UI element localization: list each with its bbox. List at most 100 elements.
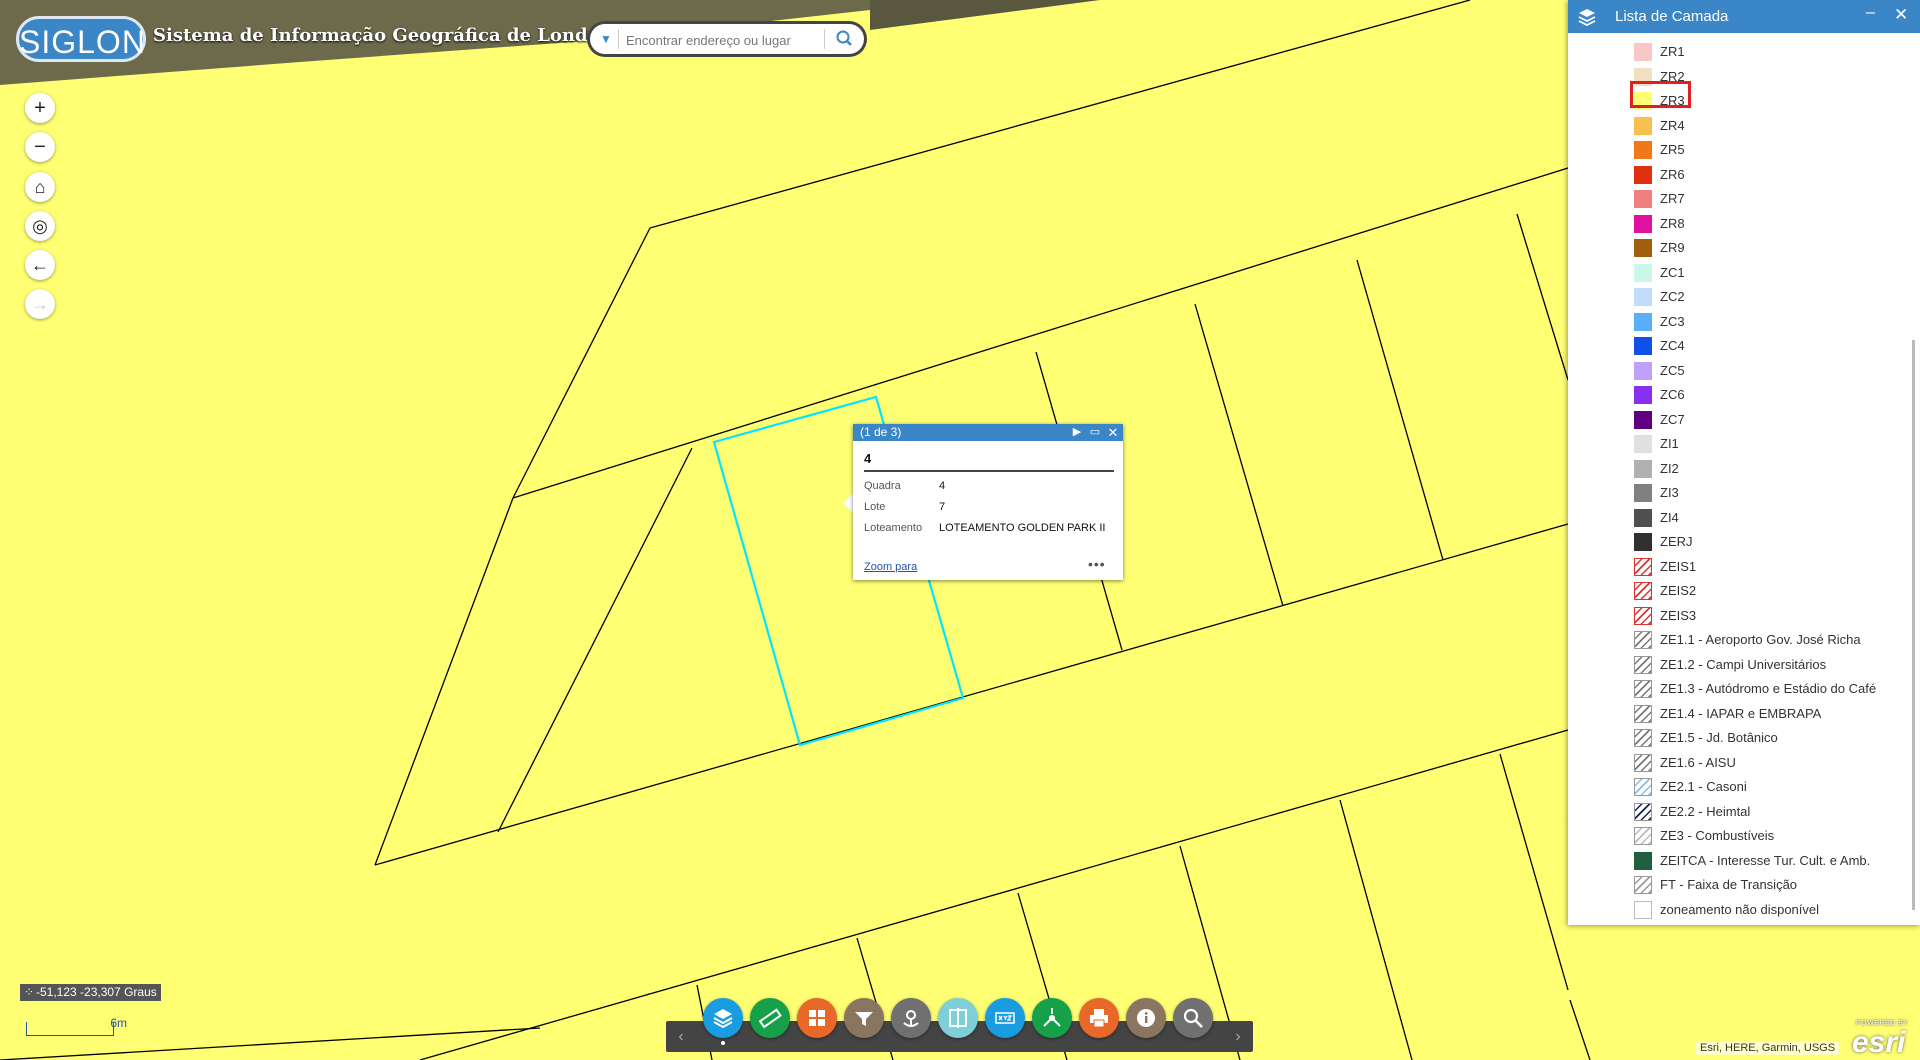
legend-item[interactable]: ZR7 — [1634, 188, 1914, 208]
field-value: LOTEAMENTO GOLDEN PARK II — [939, 522, 1106, 534]
search-input[interactable] — [624, 28, 818, 52]
coordinate-conversion-button[interactable] — [985, 998, 1025, 1038]
toolbar-next-button[interactable]: › — [1223, 1021, 1253, 1052]
app-title: Sistema de Informação Geográfica de Lond… — [153, 25, 629, 46]
zoom-in-button[interactable]: + — [25, 93, 55, 123]
legend-item[interactable]: ZE2.2 - Heimtal — [1634, 801, 1914, 821]
legend-item[interactable]: zoneamento não disponível — [1634, 899, 1914, 919]
swipe-button[interactable] — [938, 998, 978, 1038]
print-button[interactable] — [1079, 998, 1119, 1038]
legend-item[interactable]: ZR9 — [1634, 237, 1914, 257]
legend-item[interactable]: ZE1.6 - AISU — [1634, 752, 1914, 772]
near-me-button[interactable] — [891, 998, 931, 1038]
map-attribution: Esri, HERE, Garmin, USGS — [1696, 1041, 1840, 1055]
legend-label: ZEITCA - Interesse Tur. Cult. e Amb. — [1660, 852, 1871, 868]
legend-item[interactable]: ZC7 — [1634, 409, 1914, 429]
scrollbar[interactable] — [1912, 340, 1915, 910]
legend-item[interactable]: ZR4 — [1634, 115, 1914, 135]
arrow-left-icon: ← — [31, 255, 49, 275]
measurement-icon — [758, 1008, 782, 1029]
legend-item[interactable]: ZE1.1 - Aeroporto Gov. José Richa — [1634, 629, 1914, 649]
layer-list-button[interactable] — [703, 998, 743, 1038]
legend-item[interactable]: ZC3 — [1634, 311, 1914, 331]
legend-item[interactable]: ZC4 — [1634, 335, 1914, 355]
coordinate-readout[interactable]: ⁘ -51,123 -23,307 Graus — [20, 984, 161, 1001]
legend-swatch — [1634, 116, 1652, 135]
directions-button[interactable] — [1032, 998, 1072, 1038]
legend-item[interactable]: ZEIS2 — [1634, 580, 1914, 600]
next-extent-button[interactable]: → — [25, 289, 55, 319]
legend-item[interactable]: ZEITCA - Interesse Tur. Cult. e Amb. — [1634, 850, 1914, 870]
siglon-logo[interactable]: SIGLON — [16, 16, 146, 62]
legend-label: ZC3 — [1660, 313, 1685, 329]
arrow-right-icon: → — [31, 294, 49, 314]
legend-swatch — [1634, 141, 1652, 159]
locate-button[interactable]: ◎ — [25, 211, 55, 241]
zoom-out-button[interactable]: − — [25, 132, 55, 162]
legend-swatch — [1634, 557, 1652, 576]
measurement-button[interactable] — [750, 998, 790, 1038]
search-button[interactable] — [832, 27, 858, 51]
legend-item[interactable]: ZI3 — [1634, 482, 1914, 502]
legend-label: ZEIS1 — [1660, 558, 1697, 574]
legend-item[interactable]: ZEIS1 — [1634, 556, 1914, 576]
legend-swatch — [1634, 778, 1652, 796]
legend-label: ZC1 — [1660, 264, 1685, 280]
legend-item[interactable]: ZE1.5 - Jd. Botânico — [1634, 727, 1914, 747]
legend-label: ZE2.1 - Casoni — [1660, 779, 1747, 794]
legend-label: ZE1.2 - Campi Universitários — [1660, 656, 1827, 672]
search-tool-icon — [1183, 1008, 1203, 1028]
legend-item[interactable]: ZC2 — [1634, 286, 1914, 306]
legend-swatch — [1634, 680, 1652, 698]
popup-pointer — [843, 493, 853, 513]
legend-item[interactable]: FT - Faixa de Transição — [1634, 874, 1914, 894]
legend-item[interactable]: ZI4 — [1634, 507, 1914, 527]
legend-item[interactable]: ZE3 - Combustíveis — [1634, 825, 1914, 845]
legend-item[interactable]: ZR5 — [1634, 139, 1914, 159]
legend-item[interactable]: ZI2 — [1634, 458, 1914, 478]
toolbar-prev-button[interactable]: ‹ — [666, 1021, 696, 1052]
minimize-icon[interactable]: – — [1866, 4, 1875, 22]
legend-label: ZR7 — [1660, 191, 1685, 206]
close-icon[interactable]: ✕ — [1106, 424, 1120, 441]
home-button[interactable]: ⌂ — [25, 172, 55, 202]
previous-extent-button[interactable]: ← — [25, 250, 55, 280]
legend-swatch — [1634, 263, 1652, 282]
zoom-to-link[interactable]: Zoom para — [864, 561, 917, 573]
legend-swatch — [1634, 214, 1652, 233]
legend-label: ZI1 — [1660, 436, 1679, 451]
search-tool-button[interactable] — [1173, 998, 1213, 1038]
legend-item[interactable]: ZR6 — [1634, 164, 1914, 184]
maximize-icon[interactable]: ▭ — [1088, 424, 1102, 441]
legend-item[interactable]: ZEIS3 — [1634, 605, 1914, 625]
legend-swatch — [1634, 484, 1652, 502]
legend-item[interactable]: ZE1.3 - Autódromo e Estádio do Café — [1634, 678, 1914, 698]
search-source-dropdown[interactable]: ▼ — [596, 29, 616, 49]
close-icon[interactable]: ✕ — [1894, 5, 1908, 25]
legend-item[interactable]: ZR8 — [1634, 213, 1914, 233]
coordinate-icon: ⁘ — [23, 985, 35, 999]
legend-item[interactable]: ZE1.2 - Campi Universitários — [1634, 654, 1914, 674]
legend-label: ZR4 — [1660, 117, 1685, 133]
more-actions-icon[interactable]: ••• — [1088, 556, 1106, 572]
legend-swatch — [1634, 312, 1652, 331]
field-value: 7 — [939, 501, 946, 513]
layer-legend-list[interactable]: ZR1 ZR2 ZR3 ZR4 ZR5 ZR6 ZR7 ZR8 ZR9 ZC1 ZC2 ZC3 ZC4 Z… — [1568, 33, 1920, 925]
legend-label: ZE2.2 - Heimtal — [1660, 803, 1751, 819]
legend-swatch — [1634, 876, 1652, 894]
next-feature-icon[interactable]: ▶ — [1070, 424, 1084, 441]
legend-item[interactable]: ZR1 — [1634, 41, 1914, 61]
query-button[interactable] — [844, 998, 884, 1038]
legend-label: ZC2 — [1660, 289, 1685, 304]
crosshair-icon: ◎ — [32, 216, 48, 236]
about-button[interactable] — [1126, 998, 1166, 1038]
legend-item[interactable]: ZERJ — [1634, 531, 1914, 551]
basemap-gallery-button[interactable] — [797, 998, 837, 1038]
legend-item[interactable]: ZC6 — [1634, 384, 1914, 404]
legend-item[interactable]: ZI1 — [1634, 433, 1914, 453]
legend-item[interactable]: ZC1 — [1634, 262, 1914, 282]
legend-item[interactable]: ZE1.4 - IAPAR e EMBRAPA — [1634, 703, 1914, 723]
legend-item[interactable]: ZE2.1 - Casoni — [1634, 776, 1914, 796]
legend-item[interactable]: ZC5 — [1634, 360, 1914, 380]
feature-popup: (1 de 3) ▶ ▭ ✕ 4 Quadra 4 Lote 7 Loteame… — [853, 424, 1123, 580]
